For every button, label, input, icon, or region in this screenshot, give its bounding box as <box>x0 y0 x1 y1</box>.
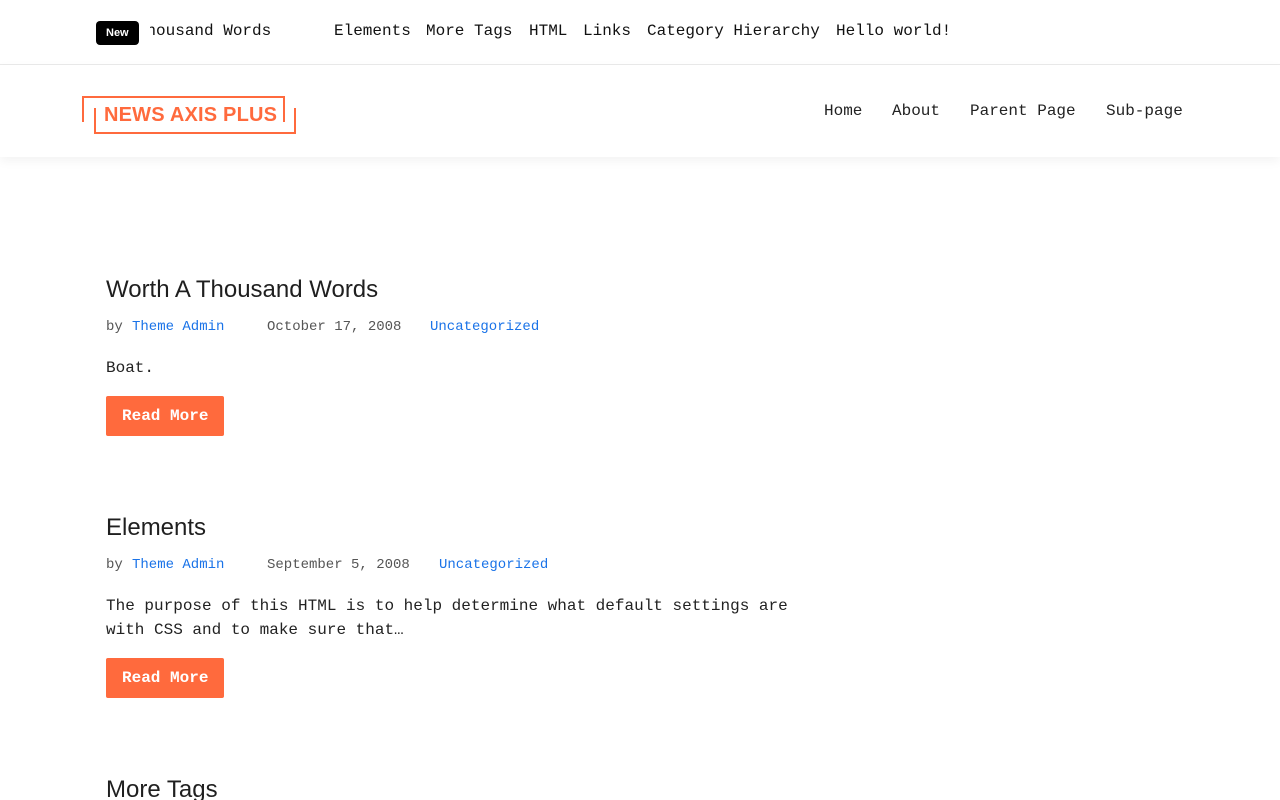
meta-category-link[interactable]: Uncategorized <box>439 555 548 575</box>
meta-by-label: by <box>106 557 123 573</box>
post-title[interactable]: Worth A Thousand Words <box>106 275 806 305</box>
read-more-button[interactable]: Read More <box>106 658 225 698</box>
news-ticker-bar: New Worth A Thousand Words Elements More… <box>0 0 1280 65</box>
ticker-new-badge: New <box>96 21 139 45</box>
nav-home[interactable]: Home <box>824 100 862 122</box>
post-title[interactable]: Elements <box>106 513 806 543</box>
nav-sub-page[interactable]: Sub-page <box>1106 100 1183 122</box>
site-header: NEWS AXIS PLUS Home About Parent Page Su… <box>0 65 1280 157</box>
main-navigation: Home About Parent Page Sub-page <box>0 100 1280 122</box>
meta-category-link[interactable]: Uncategorized <box>430 317 539 337</box>
ticker-item-more-tags[interactable]: More Tags <box>426 20 512 42</box>
ticker-item-hello-world[interactable]: Hello world! <box>836 20 951 42</box>
post-excerpt: Boat. <box>106 359 155 377</box>
ticker-item-html[interactable]: HTML <box>529 20 567 42</box>
meta-author-link[interactable]: Theme Admin <box>132 555 224 575</box>
post-meta: by Theme Admin September 5, 2008 Uncateg… <box>106 555 806 575</box>
post-title[interactable]: More Tags <box>106 775 806 800</box>
nav-parent-page[interactable]: Parent Page <box>970 100 1076 122</box>
post-article: Worth A Thousand Words by Theme Admin Oc… <box>106 275 806 436</box>
meta-author-link[interactable]: Theme Admin <box>132 317 224 337</box>
ticker-item-category-hierarchy[interactable]: Category Hierarchy <box>647 20 820 42</box>
post-article: Elements by Theme Admin September 5, 200… <box>106 513 806 698</box>
nav-about[interactable]: About <box>892 100 940 122</box>
ticker-item-elements[interactable]: Elements <box>334 20 411 42</box>
read-more-button[interactable]: Read More <box>106 396 225 436</box>
ticker-item-worth-a-thousand-words[interactable]: Worth A Thousand Words <box>150 20 271 42</box>
post-article: More Tags <box>106 775 806 800</box>
ticker-item-links[interactable]: Links <box>583 20 631 42</box>
meta-by-label: by <box>106 319 123 335</box>
meta-date[interactable]: October 17, 2008 <box>267 317 401 337</box>
ticker-track: Worth A Thousand Words Elements More Tag… <box>150 0 1150 64</box>
meta-date[interactable]: September 5, 2008 <box>267 555 410 575</box>
post-meta: by Theme Admin October 17, 2008 Uncatego… <box>106 317 806 337</box>
post-excerpt: The purpose of this HTML is to help dete… <box>106 597 788 639</box>
